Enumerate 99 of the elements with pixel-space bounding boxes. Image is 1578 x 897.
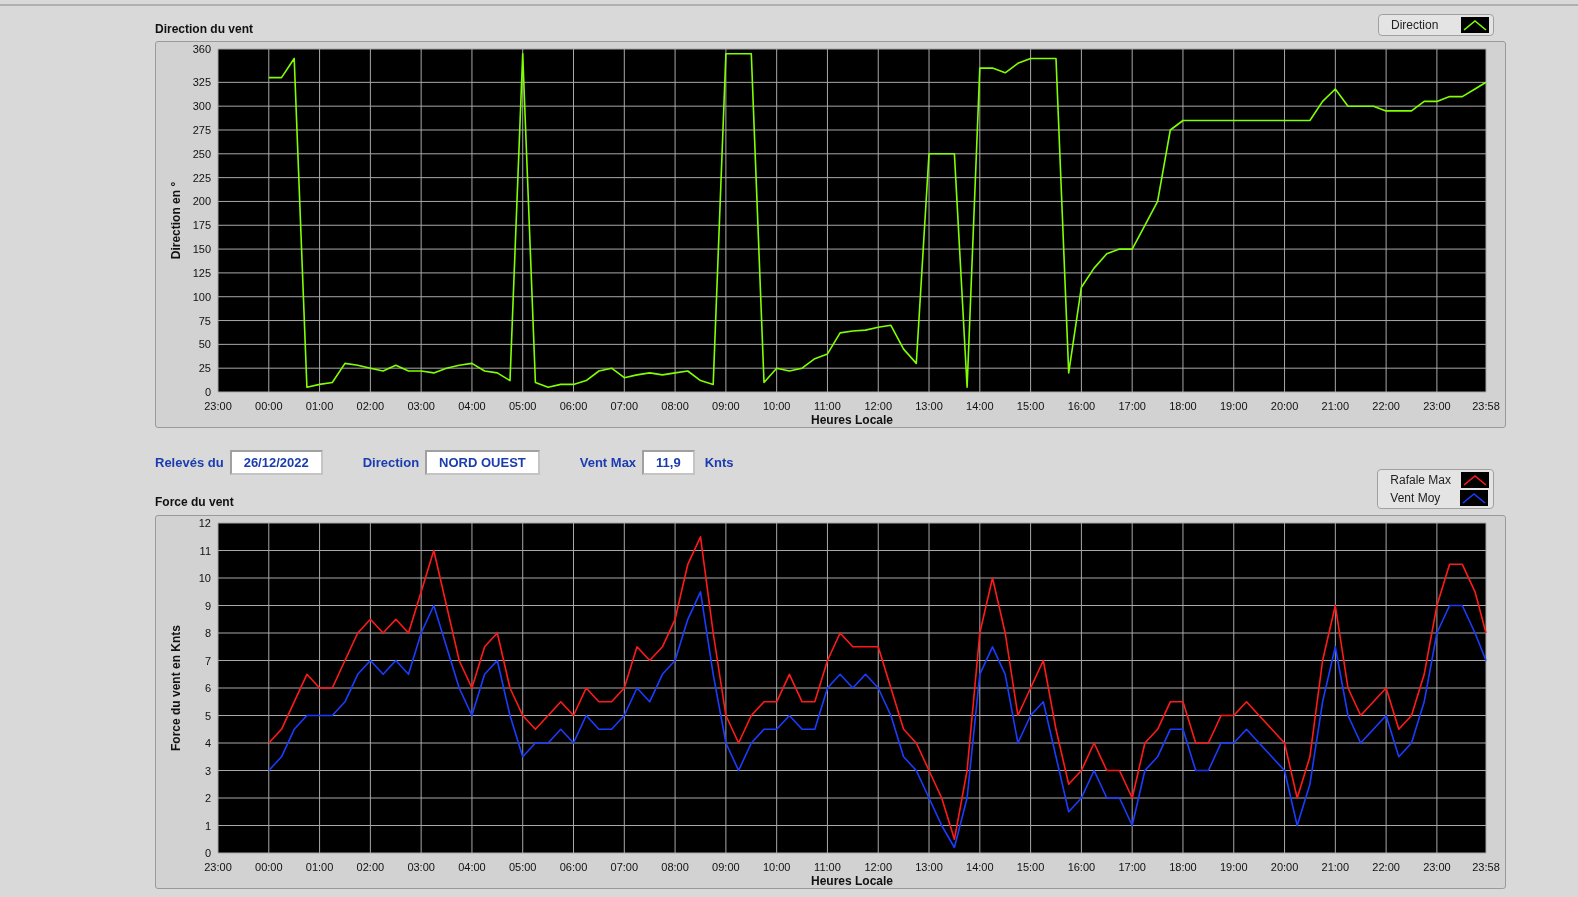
axis-title: Force du vent en Knts — [169, 625, 183, 751]
axis-tick-label: 05:00 — [508, 861, 537, 873]
axis-tick-label: 11:00 — [814, 400, 841, 412]
line-icon — [1461, 472, 1489, 488]
axis-tick-label: 0 — [204, 847, 211, 859]
axis-tick-label: 10 — [198, 572, 211, 584]
axis-tick-label: 5 — [204, 709, 211, 722]
axis-tick-label: 23:58 — [1472, 400, 1500, 412]
axis-tick-label: 11:00 — [814, 861, 841, 873]
legend-label: Direction — [1391, 18, 1440, 32]
value-field: 11,9 — [642, 450, 695, 475]
axis-tick-label: 12:00 — [864, 861, 892, 873]
axis-tick-label: 250 — [192, 147, 211, 160]
field-label: Relevés du — [155, 455, 224, 470]
axis-tick-label: 07:00 — [610, 861, 639, 873]
field-label: Vent Max — [579, 455, 637, 470]
axis-tick-label: 7 — [204, 654, 211, 667]
axis-tick-label: 02:00 — [356, 861, 385, 873]
axis-tick-label: 125 — [192, 266, 211, 279]
unit-label: Knts — [704, 455, 734, 470]
axis-tick-label: 4 — [204, 737, 211, 749]
axis-tick-label: 04:00 — [458, 861, 486, 873]
axis-tick-label: 100 — [192, 290, 211, 303]
axis-tick-label: 12:00 — [864, 400, 892, 412]
axis-tick-label: 325 — [192, 76, 211, 89]
axis-tick-label: 03:00 — [407, 861, 435, 873]
axis-tick-label: 17:00 — [1118, 861, 1146, 873]
axis-tick-label: 9 — [204, 599, 211, 612]
axis-tick-label: 6 — [204, 682, 211, 694]
axis-tick-label: 02:00 — [356, 400, 385, 412]
axis-tick-label: 200 — [192, 195, 211, 208]
axis-tick-label: 25 — [198, 362, 211, 375]
axis-tick-label: 09:00 — [712, 861, 740, 873]
axis-tick-label: 16:00 — [1067, 861, 1096, 873]
axis-tick-label: 50 — [198, 338, 211, 351]
field-label: Direction — [362, 455, 420, 470]
axis-tick-label: 18:00 — [1169, 400, 1197, 412]
axis-tick-label: 10:00 — [762, 400, 791, 412]
axis-tick-label: 21:00 — [1321, 861, 1350, 873]
axis-tick-label: 04:00 — [458, 400, 486, 412]
axis-tick-label: 19:00 — [1220, 861, 1248, 873]
axis-tick-label: 19:00 — [1220, 400, 1248, 412]
axis-tick-label: 05:00 — [508, 400, 537, 412]
axis-tick-label: 175 — [192, 219, 211, 232]
axis-tick-label: 14:00 — [966, 861, 994, 873]
axis-tick-label: 08:00 — [661, 861, 689, 873]
axis-tick-label: 11 — [199, 544, 211, 557]
axis-tick-label: 00:00 — [255, 400, 283, 412]
axis-tick-label: 10:00 — [762, 861, 791, 873]
axis-tick-label: 8 — [204, 627, 211, 639]
chart-title: Direction du vent — [155, 22, 253, 36]
axis-tick-label: 20:00 — [1270, 400, 1299, 412]
axis-title: Direction en ° — [169, 181, 183, 260]
axis-tick-label: 09:00 — [712, 400, 740, 412]
axis-tick-label: 01:00 — [305, 400, 334, 412]
axis-tick-label: 22:00 — [1372, 400, 1400, 412]
axis-title: Heures Locale — [811, 874, 893, 888]
axis-tick-label: 20:00 — [1270, 861, 1299, 873]
axis-tick-label: 23:00 — [204, 861, 232, 873]
axis-title: Heures Locale — [811, 413, 893, 427]
axis-tick-label: 08:00 — [661, 400, 689, 412]
axis-tick-label: 2 — [204, 792, 211, 804]
value-field: NORD OUEST — [425, 450, 540, 475]
axis-tick-label: 03:00 — [407, 400, 435, 412]
axis-tick-label: 23:00 — [1423, 400, 1451, 412]
axis-tick-label: 75 — [198, 314, 211, 327]
axis-tick-label: 23:00 — [204, 400, 232, 412]
axis-tick-label: 06:00 — [559, 400, 588, 412]
axis-tick-label: 0 — [204, 386, 211, 398]
value-field: 26/12/2022 — [229, 450, 323, 475]
axis-tick-label: 3 — [204, 764, 211, 777]
line-icon — [1460, 490, 1489, 506]
axis-tick-label: 225 — [192, 171, 211, 184]
legend-label: Vent Moy — [1390, 491, 1442, 505]
chart-title: Force du vent — [155, 495, 235, 509]
axis-tick-label: 15:00 — [1016, 400, 1045, 412]
axis-tick-label: 1 — [204, 819, 211, 832]
axis-tick-label: 22:00 — [1372, 861, 1400, 873]
axis-tick-label: 16:00 — [1067, 400, 1096, 412]
axis-tick-label: 00:00 — [255, 861, 283, 873]
axis-tick-label: 360 — [192, 43, 211, 55]
axis-tick-label: 14:00 — [966, 400, 994, 412]
axis-tick-label: 13:00 — [915, 400, 943, 412]
axis-tick-label: 12 — [198, 517, 211, 529]
axis-tick-label: 23:58 — [1472, 861, 1500, 873]
axis-tick-label: 15:00 — [1016, 861, 1045, 873]
axis-tick-label: 07:00 — [610, 400, 639, 412]
axis-tick-label: 300 — [192, 100, 211, 113]
axis-tick-label: 23:00 — [1423, 861, 1451, 873]
axis-tick-label: 06:00 — [559, 861, 588, 873]
axis-tick-label: 17:00 — [1118, 400, 1146, 412]
axis-tick-label: 150 — [192, 243, 211, 256]
legend-label: Rafale Max — [1390, 473, 1451, 487]
axis-tick-label: 275 — [192, 124, 211, 136]
axis-tick-label: 18:00 — [1169, 861, 1197, 873]
axis-tick-label: 21:00 — [1321, 400, 1350, 412]
axis-tick-label: 01:00 — [305, 861, 334, 873]
axis-tick-label: 13:00 — [915, 861, 943, 873]
line-icon — [1461, 17, 1489, 33]
